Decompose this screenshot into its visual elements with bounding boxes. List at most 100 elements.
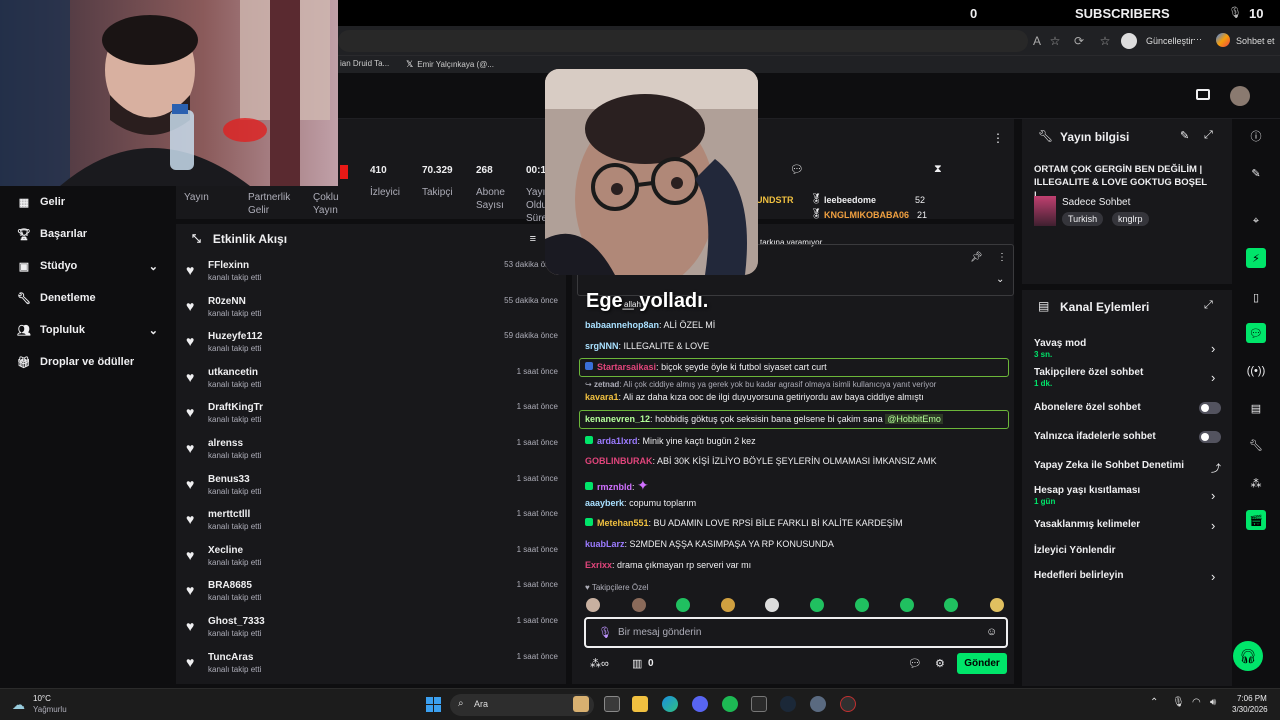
chat-input[interactable]: Bir mesaj gönderin <box>618 627 701 638</box>
obs-icon[interactable] <box>840 696 856 712</box>
follower-name[interactable]: DraftKingTr <box>208 396 566 413</box>
external-link-icon[interactable]: ⤴ <box>1211 460 1221 475</box>
terminal-icon[interactable] <box>751 696 767 712</box>
follower-name[interactable]: BRA8685 <box>208 574 566 591</box>
gear-icon[interactable]: ⚙ <box>935 657 945 670</box>
list-item[interactable]: ♥ Benus33 kanalı takip etti 1 saat önce <box>176 468 566 504</box>
chevron-right-icon[interactable]: › <box>1211 518 1215 533</box>
user-avatar[interactable] <box>1230 86 1250 106</box>
category-thumbnail[interactable] <box>1034 196 1056 226</box>
list-item[interactable]: ♥ DraftKingTr kanalı takip etti 1 saat önce <box>176 396 566 432</box>
channel-action-item[interactable]: Yasaklanmış kelimeler <box>1034 519 1140 530</box>
list-item[interactable]: ♥ R0zeNN kanalı takip etti 55 dakika önce <box>176 290 566 326</box>
chevron-down-icon[interactable]: ⌄ <box>149 260 158 273</box>
edge-browser-icon[interactable] <box>662 696 678 712</box>
community-icon[interactable]: ⁂∞ <box>590 657 609 670</box>
lightning-icon[interactable]: ⚡︎ <box>1246 248 1266 268</box>
chat-message[interactable]: GOBLINBURAK: ABİ 30K KİŞİ İZLİYO BÖYLE Ş… <box>585 456 937 466</box>
chat-username[interactable]: kenanevren_12 <box>585 414 650 424</box>
tray-chevron-up-icon[interactable]: ⌃ <box>1150 697 1158 708</box>
url-field[interactable] <box>338 30 1028 52</box>
spotify-icon[interactable] <box>722 696 738 712</box>
emote-icon[interactable] <box>765 598 779 612</box>
chat-message[interactable]: Startarsaikasi: biçok şeyde öyle ki futb… <box>585 362 827 372</box>
follower-name[interactable]: alrenss <box>208 432 566 449</box>
kebab-menu-icon[interactable]: ⋮ <box>997 252 1007 263</box>
chevron-down-icon[interactable]: ⌄ <box>149 324 158 337</box>
chat-input-box[interactable]: 🎙 Bir mesaj gönderin ☺ <box>584 617 1008 648</box>
chat-bubble-icon[interactable]: 💬︎ <box>1246 323 1266 343</box>
popout-icon[interactable]: ⤢ <box>1204 129 1213 142</box>
volume-icon[interactable]: 🔊︎ <box>1210 697 1216 708</box>
chevron-right-icon[interactable]: › <box>1211 341 1215 356</box>
taskbar-app-icon[interactable] <box>604 696 620 712</box>
channel-action-item[interactable]: İzleyici Yönlendir <box>1034 545 1116 556</box>
nav-item-studyo[interactable]: ▣ Stüdyo ⌄ <box>0 250 176 282</box>
edit-pencil-icon[interactable]: ✎ <box>1180 129 1189 142</box>
emote-icon[interactable] <box>900 598 914 612</box>
chat-username[interactable]: aaayberk <box>585 498 624 508</box>
steam-icon[interactable] <box>780 696 796 712</box>
category-name[interactable]: Sadece Sohbet <box>1062 197 1130 208</box>
list-item[interactable]: ♥ Xecline kanalı takip etti 1 saat önce <box>176 539 566 575</box>
more-options-icon[interactable]: ··· <box>1193 34 1202 44</box>
emoji-icon[interactable]: ☺ <box>986 626 997 638</box>
list-item[interactable]: ♥ merttctlll kanalı takip etti 1 saat önce <box>176 503 566 539</box>
target-icon[interactable]: ⌖ <box>1246 211 1266 231</box>
bookmark-emir[interactable]: 𝕏 Emir Yalçınkaya (@... <box>406 59 494 70</box>
info-icon[interactable]: ⓘ <box>1246 126 1266 146</box>
chat-username[interactable]: rmznbld <box>597 482 632 492</box>
emote-icon[interactable] <box>855 598 869 612</box>
nav-item-topluluk[interactable]: 👥︎ Topluluk ⌄ <box>0 314 176 346</box>
chat-message[interactable]: rmznbld: ✦ <box>585 477 649 494</box>
profile-avatar[interactable] <box>1121 33 1137 49</box>
emote-icon[interactable] <box>810 598 824 612</box>
studio-mode-icon[interactable] <box>1196 89 1210 100</box>
chat-username[interactable]: Exrixx <box>585 560 612 570</box>
bookmark-druid[interactable]: ian Druid Ta... <box>340 59 389 68</box>
document-icon[interactable]: ▯ <box>1246 287 1266 307</box>
nav-item-basarilar[interactable]: 🏆︎ Başarılar <box>0 218 176 250</box>
follower-name[interactable]: merttctlll <box>208 503 566 520</box>
follower-name[interactable]: TuncAras <box>208 646 566 663</box>
chat-username[interactable]: kuabLarz <box>585 539 625 549</box>
chat-username[interactable]: Metehan551 <box>597 518 649 528</box>
tag-turkish[interactable]: Turkish <box>1062 212 1104 226</box>
follower-name[interactable]: utkancetin <box>208 361 566 378</box>
chat-username[interactable]: srgNNN <box>585 341 619 351</box>
chat-settings-bubble-icon[interactable]: 💬︎ <box>908 657 922 670</box>
emote-icon[interactable] <box>990 598 1004 612</box>
chat-username[interactable]: kavara1 <box>585 392 619 402</box>
channel-action-item[interactable]: Yalnızca ifadelerle sohbet <box>1034 431 1156 442</box>
pin-icon[interactable]: 📌︎ <box>970 252 983 263</box>
broadcast-icon[interactable]: ((•)) <box>1246 361 1266 381</box>
chat-browser-button[interactable]: Sohbet et <box>1236 36 1275 46</box>
expand-icon[interactable]: ⤡ <box>192 233 201 246</box>
emote-icon[interactable] <box>632 598 646 612</box>
follower-name[interactable]: Xecline <box>208 539 566 556</box>
chat-message[interactable]: aaayberk: copumu toplarım <box>585 498 696 508</box>
chat-message[interactable]: arda1lxrd: Minik yine kaçtı bugün 2 kez <box>585 436 756 446</box>
toggle-switch[interactable] <box>1199 402 1221 414</box>
follower-name[interactable]: Benus33 <box>208 468 566 485</box>
microphone-icon[interactable]: 🎙 <box>598 626 612 639</box>
tag-knglrp[interactable]: knglrp <box>1112 212 1149 226</box>
list-item[interactable]: ♥ utkancetin kanalı takip etti 1 saat önce <box>176 361 566 397</box>
list-item[interactable]: ♥ BRA8685 kanalı takip etti 1 saat önce <box>176 574 566 610</box>
group-icon[interactable]: ⁂ <box>1246 473 1266 493</box>
chat-username[interactable]: zetnad <box>594 380 619 389</box>
list-item[interactable]: ♥ alrenss kanalı takip etti 1 saat önce <box>176 432 566 468</box>
help-support-icon[interactable]: 🎧︎ <box>1233 641 1263 671</box>
chat-message[interactable]: Exrixx: drama çıkmayan rp serveri var mı <box>585 560 751 570</box>
list-item[interactable]: ♥ Ghost_7333 kanalı takip etti 1 saat önce <box>176 610 566 646</box>
read-aloud-icon[interactable]: A <box>1030 34 1044 48</box>
chat-username[interactable]: arda1lxrd <box>597 436 638 446</box>
file-explorer-icon[interactable] <box>632 696 648 712</box>
chat-username[interactable]: Startarsaikasi <box>597 362 656 372</box>
chat-message[interactable]: kenanevren_12: hobbidiş göktuş çok seksi… <box>585 414 943 424</box>
channel-action-item[interactable]: Yapay Zeka ile Sohbet Denetimi <box>1034 460 1184 471</box>
update-button[interactable]: Güncelleştir <box>1146 36 1194 46</box>
emote-icon[interactable] <box>586 598 600 612</box>
follower-name[interactable]: Ghost_7333 <box>208 610 566 627</box>
channel-action-item[interactable]: Hesap yaşı kısıtlaması 1 gün <box>1034 485 1140 506</box>
